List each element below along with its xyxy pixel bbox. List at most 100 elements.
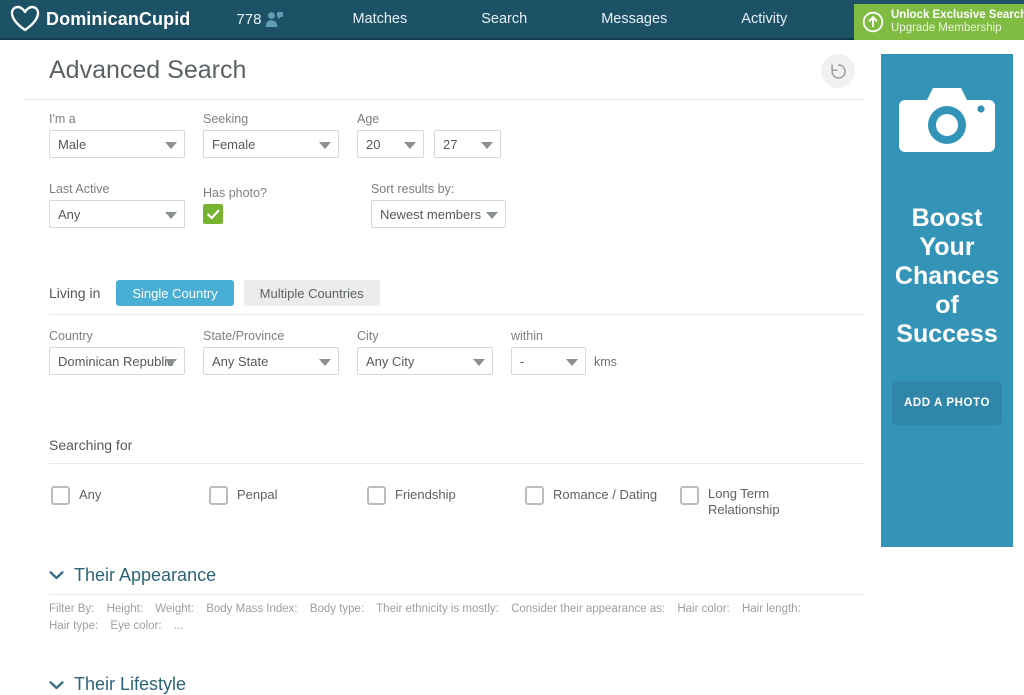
country-label: Country — [49, 329, 93, 343]
field-age-to: 27 — [434, 130, 501, 158]
last-active-value: Any — [58, 206, 81, 222]
nav-link-matches[interactable]: Matches — [342, 11, 417, 27]
im-a-select[interactable]: Male — [49, 130, 185, 158]
im-a-label: I'm a — [49, 112, 76, 126]
nav-links: Matches Search Messages Activity — [342, 11, 797, 27]
their-lifestyle-title: Their Lifestyle — [74, 674, 187, 695]
searching-for-divider — [49, 463, 865, 464]
page-body: Advanced Search I'm a Male Seeking Femal… — [0, 42, 1024, 694]
last-active-label: Last Active — [49, 182, 110, 196]
page-header: Advanced Search — [25, 42, 865, 100]
tab-single-country[interactable]: Single Country — [116, 280, 234, 306]
checkbox-label: Friendship — [395, 487, 456, 502]
chevron-down-icon — [165, 142, 177, 149]
seeking-label: Seeking — [203, 112, 249, 126]
city-select[interactable]: Any City — [357, 347, 493, 375]
chevron-down-icon — [49, 680, 64, 689]
location-row: Country Dominican Republic State/Provinc… — [49, 329, 873, 375]
city-value: Any City — [366, 353, 415, 369]
chevron-down-icon — [319, 142, 331, 149]
filter-term: Filter By: — [49, 602, 95, 615]
state-select[interactable]: Any State — [203, 347, 339, 375]
basic-criteria-form: I'm a Male Seeking Female Age 20 27 Last… — [25, 100, 873, 228]
im-a-value: Male — [58, 136, 87, 152]
field-last-active: Last Active Any — [49, 182, 185, 228]
seeking-value: Female — [212, 136, 256, 152]
has-photo-label: Has photo? — [203, 186, 267, 200]
checkbox-label: Long Term Relationship — [708, 486, 780, 518]
chevron-down-icon — [485, 212, 498, 219]
cta-headline: Unlock Exclusive Search Fea — [891, 8, 1024, 21]
seeking-select[interactable]: Female — [203, 130, 339, 158]
state-value: Any State — [212, 353, 269, 369]
filter-term: Weight: — [155, 602, 194, 615]
their-appearance-filters: Filter By: Height: Weight: Body Mass Ind… — [49, 601, 849, 637]
their-lifestyle-header[interactable]: Their Lifestyle — [49, 674, 873, 695]
nav-link-messages[interactable]: Messages — [591, 11, 677, 27]
advanced-search-panel: Advanced Search I'm a Male Seeking Femal… — [25, 42, 873, 694]
country-value: Dominican Republic — [58, 353, 174, 369]
checkbox-romance-dating[interactable]: Romance / Dating — [525, 486, 680, 505]
chevron-down-icon — [49, 571, 64, 580]
member-count[interactable]: 778 — [236, 10, 284, 28]
section-their-lifestyle: Their Lifestyle — [25, 674, 873, 695]
age-to-value: 27 — [443, 136, 458, 152]
age-to-select[interactable]: 27 — [434, 130, 501, 158]
nav-link-search[interactable]: Search — [471, 11, 537, 27]
field-sort-results: Sort results by: Newest members — [370, 182, 506, 228]
filter-term: Hair color: — [677, 602, 730, 615]
sort-results-label: Sort results by: — [370, 182, 455, 196]
city-label: City — [357, 329, 379, 343]
filter-term: Consider their appearance as: — [511, 602, 666, 615]
country-select[interactable]: Dominican Republic — [49, 347, 185, 375]
add-photo-ad-panel[interactable]: Boost Your Chances of Success ADD A PHOT… — [881, 54, 1013, 547]
camera-icon — [899, 88, 995, 152]
ad-headline: Boost Your Chances of Success — [894, 204, 1000, 348]
filter-term: ... — [173, 620, 184, 633]
checkbox-friendship[interactable]: Friendship — [367, 486, 525, 505]
filter-term: Eye color: — [110, 620, 162, 633]
age-from-value: 20 — [366, 136, 381, 152]
reset-arrow-icon — [830, 63, 846, 79]
criteria-row-1: I'm a Male Seeking Female Age 20 27 — [49, 112, 873, 158]
checkbox-box-icon — [209, 486, 228, 505]
add-a-photo-button[interactable]: ADD A PHOTO — [891, 381, 1003, 425]
state-label: State/Province — [203, 329, 285, 343]
criteria-row-2: Last Active Any Has photo? Sort results … — [49, 182, 873, 228]
top-navigation-bar: DominicanCupid 778 Matches Search Messag… — [0, 0, 1024, 40]
cta-subtext: Upgrade Membership — [891, 22, 1002, 34]
searching-for-label: Searching for — [49, 437, 133, 453]
brand-logo[interactable]: DominicanCupid — [10, 5, 190, 33]
field-seeking: Seeking Female — [203, 112, 339, 158]
within-value: - — [520, 353, 525, 369]
checkbox-label: Any — [79, 487, 102, 502]
upgrade-membership-button[interactable]: Unlock Exclusive Search Fea Upgrade Memb… — [854, 4, 1024, 40]
filter-term: Body type: — [309, 602, 365, 615]
chevron-down-icon — [165, 212, 177, 219]
checkbox-any[interactable]: Any — [51, 486, 209, 505]
their-appearance-header[interactable]: Their Appearance — [49, 565, 873, 586]
checkbox-penpal[interactable]: Penpal — [209, 486, 367, 505]
age-label: Age — [357, 112, 380, 126]
heart-icon — [10, 5, 40, 32]
checkbox-long-term-relationship[interactable]: Long Term Relationship — [680, 486, 810, 519]
chevron-down-icon — [481, 142, 493, 149]
sort-results-select[interactable]: Newest members — [370, 200, 506, 228]
last-active-select[interactable]: Any — [49, 200, 185, 228]
living-in-label: Living in — [49, 285, 101, 301]
within-select[interactable]: - — [511, 347, 586, 375]
reset-filters-button[interactable] — [821, 54, 855, 88]
age-from-select[interactable]: 20 — [357, 130, 424, 158]
filter-term: Height: — [106, 602, 144, 615]
has-photo-checkbox[interactable] — [203, 204, 223, 224]
nav-link-activity[interactable]: Activity — [731, 11, 797, 27]
field-has-photo: Has photo? — [203, 186, 267, 228]
checkbox-box-icon — [525, 486, 544, 505]
tab-multiple-countries[interactable]: Multiple Countries — [243, 280, 380, 306]
location-form: Country Dominican Republic State/Provinc… — [25, 315, 873, 375]
checkbox-box-icon — [51, 486, 70, 505]
section-their-appearance: Their Appearance Filter By: Height: Weig… — [25, 565, 873, 637]
field-within: within - — [511, 329, 586, 375]
checkbox-box-icon — [367, 486, 386, 505]
member-count-value: 778 — [236, 10, 262, 28]
